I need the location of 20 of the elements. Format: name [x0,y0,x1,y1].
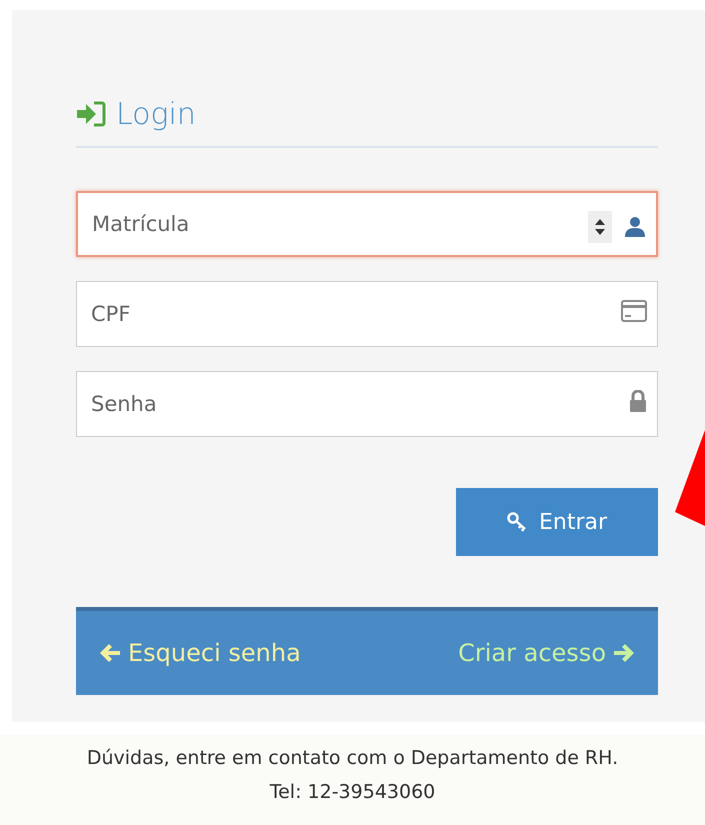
contact-text: Tel: 12-39543060 [270,781,436,803]
contact-text: Dúvidas, entre em contato com o Departamento de RH. [86,747,618,769]
enter-button[interactable]: Entrar [456,488,658,556]
password-field[interactable]: Senha [76,371,658,437]
up-down-arrows-icon [594,217,606,237]
card-icon [621,300,647,322]
registration-field[interactable]: Matrícula [76,191,658,257]
cpf-field[interactable]: CPF [76,281,658,347]
sign-in-icon [76,101,106,127]
arrow-right-icon [612,642,636,664]
text-input[interactable]: Senha [91,389,629,419]
lock-icon [629,390,647,412]
forgot-password-link[interactable]: Esqueci senha [98,639,301,667]
create-access-link[interactable]: Criar acesso [458,639,636,667]
spinner-control[interactable] [588,211,612,243]
text-input[interactable]: Matrícula [92,209,588,239]
arrow-left-icon [98,642,122,664]
text-input[interactable]: CPF [91,299,621,329]
login-title: Login [116,96,196,132]
user-icon [624,216,646,238]
